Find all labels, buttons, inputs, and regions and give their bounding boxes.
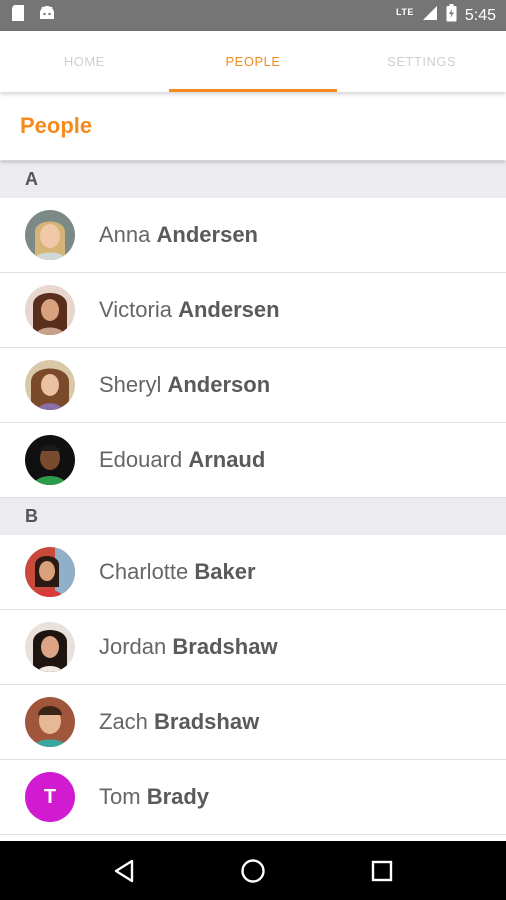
avatar — [25, 210, 75, 260]
status-bar: LTE 5:45 — [0, 0, 506, 31]
avatar — [25, 360, 75, 410]
first-name: Victoria — [99, 297, 172, 322]
system-nav-bar — [0, 841, 506, 900]
first-name: Edouard — [99, 447, 183, 472]
tab-home[interactable]: HOME — [0, 31, 169, 92]
last-name: Bradshaw — [172, 634, 278, 659]
page-title: People — [20, 113, 93, 138]
first-name: Jordan — [99, 634, 167, 659]
list-item[interactable]: Charlotte Baker — [0, 535, 506, 610]
list-item[interactable]: Anna Andersen — [0, 198, 506, 273]
last-name: Baker — [194, 559, 256, 584]
network-type: LTE — [396, 6, 414, 17]
android-icon — [38, 5, 56, 26]
last-name: Arnaud — [188, 447, 266, 472]
last-name: Andersen — [156, 222, 258, 247]
sd-card-icon — [10, 4, 26, 27]
section-header-b: B — [0, 498, 506, 535]
avatar — [25, 622, 75, 672]
battery-icon — [446, 4, 457, 27]
first-name: Anna — [99, 222, 151, 247]
last-name: Andersen — [178, 297, 280, 322]
app-root: LTE 5:45 HOME PEOPLE SETTINGS People A A… — [0, 0, 506, 900]
status-time: 5:45 — [464, 6, 496, 24]
first-name: Zach — [99, 709, 148, 734]
first-name: Charlotte — [99, 559, 189, 584]
avatar-initial: T — [25, 772, 75, 822]
first-name: Sheryl — [99, 372, 162, 397]
first-name: Tom — [99, 784, 141, 809]
tab-bar: HOME PEOPLE SETTINGS — [0, 31, 506, 92]
avatar — [25, 697, 75, 747]
list-item[interactable]: Edouard Arnaud — [0, 423, 506, 498]
page-header: People — [0, 92, 506, 160]
people-list: A Anna Andersen Victoria Andersen Sheryl… — [0, 161, 506, 835]
section-header-a: A — [0, 161, 506, 198]
recents-icon[interactable] — [362, 851, 402, 891]
last-name: Bradshaw — [154, 709, 260, 734]
tab-settings[interactable]: SETTINGS — [337, 31, 506, 92]
back-icon[interactable] — [104, 851, 144, 891]
signal-icon — [422, 5, 438, 26]
list-item[interactable]: Sheryl Anderson — [0, 348, 506, 423]
avatar — [25, 547, 75, 597]
tab-people[interactable]: PEOPLE — [168, 31, 338, 92]
home-icon[interactable] — [233, 851, 273, 891]
list-item[interactable]: Zach Bradshaw — [0, 685, 506, 760]
avatar — [25, 285, 75, 335]
list-item[interactable]: Victoria Andersen — [0, 273, 506, 348]
avatar — [25, 435, 75, 485]
list-item[interactable]: T Tom Brady — [0, 760, 506, 835]
last-name: Anderson — [167, 372, 271, 397]
avatar-initial-letter: T — [43, 785, 57, 808]
last-name: Brady — [146, 784, 210, 809]
list-item[interactable]: Jordan Bradshaw — [0, 610, 506, 685]
